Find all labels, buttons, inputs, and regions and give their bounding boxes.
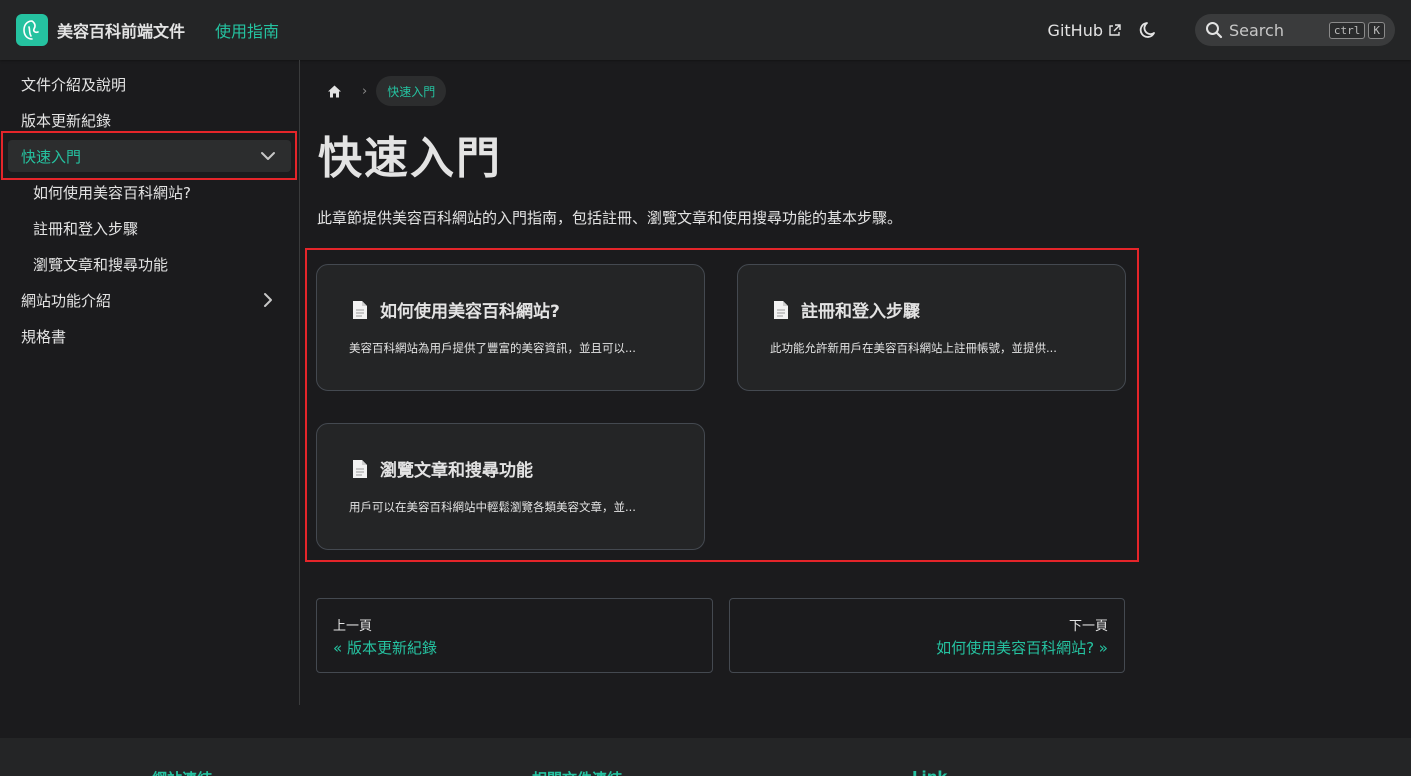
pagination-next-sub: 下一頁	[1068, 619, 1108, 634]
search-icon	[1206, 22, 1223, 39]
theme-toggle-button[interactable]	[1137, 18, 1161, 42]
sidebar-item-register[interactable]: 註冊和登入步驟	[8, 212, 291, 244]
sidebar-item-intro[interactable]: 文件介紹及說明	[8, 68, 291, 100]
search-placeholder: Search	[1229, 20, 1284, 40]
breadcrumb-current: 快速入門	[376, 76, 447, 106]
pagination-prev-label: « 版本更新紀錄	[333, 639, 437, 657]
brand-link[interactable]: 美容百科前端文件	[16, 14, 185, 46]
external-link-icon	[1108, 23, 1121, 37]
sidebar-item-label: 註冊和登入步驟	[33, 219, 139, 238]
page-title: 快速入門	[318, 133, 502, 184]
brand-title: 美容百科前端文件	[57, 22, 186, 41]
pagination-prev[interactable]: 上一頁 « 版本更新紀錄	[316, 598, 713, 673]
kbd-ctrl: ctrl	[1328, 21, 1366, 39]
moon-icon	[1139, 22, 1155, 38]
sidebar-item-label: 如何使用美容百科網站?	[33, 183, 191, 202]
page-description: 此章節提供美容百科網站的入門指南，包括註冊、瀏覽文章和使用搜尋功能的基本步驟。	[317, 209, 903, 227]
sidebar-item-browse[interactable]: 瀏覽文章和搜尋功能	[8, 248, 291, 280]
navbar: 美容百科前端文件 使用指南 GitHub Search ctrl K	[0, 0, 1411, 60]
pagination-prev-sub: 上一頁	[333, 619, 373, 634]
github-link[interactable]: GitHub	[1048, 21, 1121, 40]
pagination-next-label: 如何使用美容百科網站? »	[936, 639, 1108, 657]
sidebar-item-label: 瀏覽文章和搜尋功能	[33, 255, 169, 274]
sidebar-item-label: 版本更新紀錄	[21, 111, 112, 130]
chevron-right-icon[interactable]	[259, 291, 277, 309]
highlight-box-sidebar	[1, 131, 297, 180]
logo-icon	[16, 14, 48, 46]
highlight-box-cards	[305, 248, 1139, 562]
sidebar-item-label: 網站功能介紹	[21, 291, 112, 310]
breadcrumb: › 快速入門	[317, 76, 447, 106]
footer-col-title: 相關文件連結	[532, 768, 622, 776]
sidebar-item-how-to-use[interactable]: 如何使用美容百科網站?	[8, 176, 291, 208]
footer-col-title: Link	[912, 768, 947, 776]
nav-link-guide[interactable]: 使用指南	[215, 18, 279, 42]
sidebar-item-label: 規格書	[21, 327, 67, 346]
sidebar-item-features[interactable]: 網站功能介紹	[8, 284, 291, 316]
kbd-k: K	[1368, 21, 1385, 39]
footer-col-title: 網站連結	[152, 768, 212, 776]
sidebar-item-label: 文件介紹及說明	[21, 75, 127, 94]
github-label: GitHub	[1047, 20, 1103, 40]
footer: 網站連結 相關文件連結 Link	[0, 738, 1411, 776]
sidebar-item-spec[interactable]: 規格書	[8, 320, 291, 352]
home-icon[interactable]	[317, 76, 351, 106]
chevron-right-icon: ›	[362, 83, 368, 99]
pagination-next[interactable]: 下一頁 如何使用美容百科網站? »	[729, 598, 1125, 673]
search-button[interactable]: Search ctrl K	[1195, 14, 1395, 46]
